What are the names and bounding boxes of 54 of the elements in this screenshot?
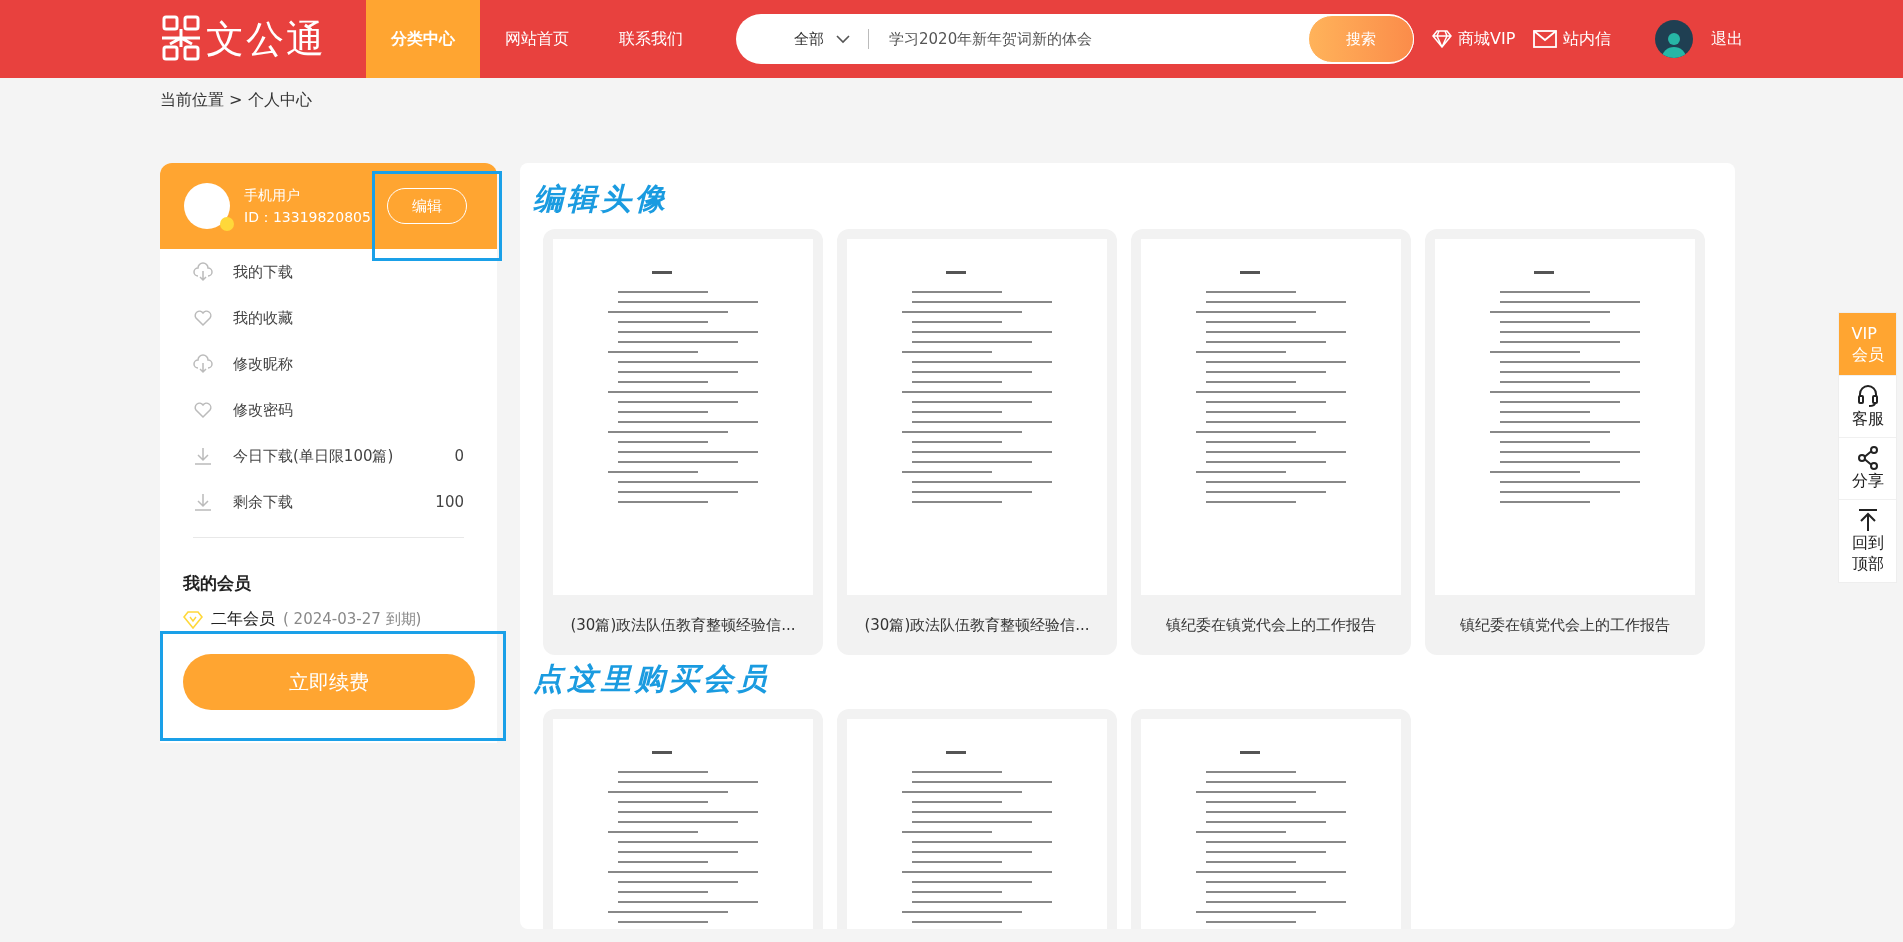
breadcrumb: 当前位置 > 个人中心 xyxy=(160,90,313,111)
logo-icon xyxy=(160,14,202,64)
document-title: (30篇)政法队伍教育整顿经验信... xyxy=(863,615,1091,636)
scope-dropdown[interactable]: 全部 xyxy=(794,29,869,49)
headset-icon xyxy=(1856,384,1879,408)
search-field[interactable]: 学习2020年新年贺词新的体会 xyxy=(887,29,1308,49)
count-value: 100 xyxy=(435,493,464,511)
logo-text: 文公通 xyxy=(206,15,326,63)
document-title: 镇纪委在镇党代会上的工作报告 xyxy=(1165,615,1377,636)
download-icon xyxy=(193,446,213,466)
document-card[interactable] xyxy=(543,709,823,929)
membership-plan: 二年会员 xyxy=(211,609,275,630)
chevron-down-icon xyxy=(836,34,850,44)
toolbar-item[interactable]: 回到 顶部 xyxy=(1839,499,1896,582)
section-title: 我的会员 xyxy=(183,572,252,595)
download-icon xyxy=(193,492,213,512)
toolbar-item[interactable]: 分享 xyxy=(1839,437,1896,499)
menu-item[interactable]: 我的下载 xyxy=(233,262,293,282)
share-icon xyxy=(1856,446,1879,470)
user-id: ID：13319820805 xyxy=(244,208,371,227)
menu-item[interactable]: 今日下载(单日限100篇) xyxy=(233,446,394,466)
cloud-download-icon xyxy=(193,354,213,374)
vip-link[interactable]: 商城VIP xyxy=(1432,28,1516,50)
cloud-download-icon xyxy=(193,262,213,282)
document-card[interactable]: (30篇)政法队伍教育整顿经验信... xyxy=(543,229,823,655)
menu-item[interactable]: 修改密码 xyxy=(233,400,293,420)
back-to-top-icon xyxy=(1856,508,1879,532)
diamond-icon xyxy=(1432,30,1452,48)
diamond-icon xyxy=(183,610,203,629)
logout-link[interactable]: 退出 xyxy=(1711,28,1744,50)
document-card[interactable]: 镇纪委在镇党代会上的工作报告 xyxy=(1131,229,1411,655)
expiry-date: ( 2024-03-27 到期) xyxy=(283,610,422,629)
user-avatar[interactable] xyxy=(1655,20,1694,58)
heart-icon xyxy=(193,400,213,420)
user-name: 手机用户 xyxy=(244,186,301,205)
menu-item[interactable]: 剩余下载 xyxy=(233,492,293,512)
annotation-label: 点这里购买会员 xyxy=(533,660,772,698)
document-card[interactable]: (30篇)政法队伍教育整顿经验信... xyxy=(837,229,1117,655)
nav-tab[interactable]: 网站首页 xyxy=(480,0,594,78)
heart-icon xyxy=(193,308,213,328)
document-title: 镇纪委在镇党代会上的工作报告 xyxy=(1459,615,1671,636)
mail-icon xyxy=(1533,30,1558,48)
document-card[interactable] xyxy=(837,709,1117,929)
toolbar-item[interactable]: 客服 xyxy=(1839,375,1896,437)
annotation-label: 编辑头像 xyxy=(533,180,670,218)
document-card[interactable] xyxy=(1131,709,1411,929)
vip-badge xyxy=(220,217,234,231)
messages-link[interactable]: 站内信 xyxy=(1533,28,1612,50)
nav-tab[interactable]: 联系我们 xyxy=(594,0,708,78)
document-title: (30篇)政法队伍教育整顿经验信... xyxy=(569,615,797,636)
document-card[interactable]: 镇纪委在镇党代会上的工作报告 xyxy=(1425,229,1705,655)
count-value: 0 xyxy=(454,447,464,465)
menu-item[interactable]: 我的收藏 xyxy=(233,308,293,328)
menu-item[interactable]: 修改昵称 xyxy=(233,354,293,374)
